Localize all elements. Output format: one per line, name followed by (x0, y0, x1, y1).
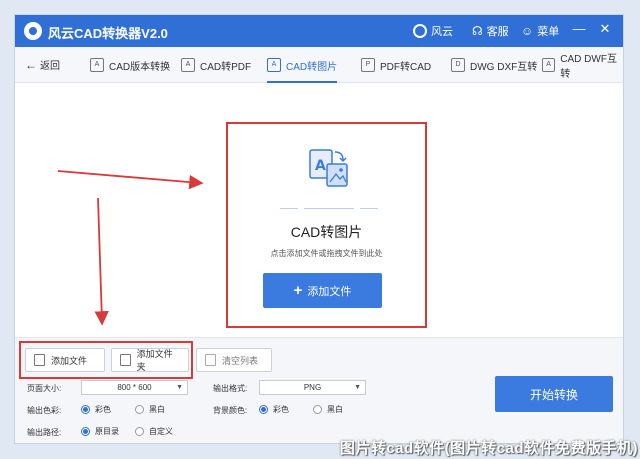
chevron-down-icon: ▼ (354, 384, 361, 391)
radio-label: 彩色 (273, 405, 289, 414)
output-format-value: PNG (303, 383, 322, 392)
minimize-button[interactable]: — (571, 21, 587, 36)
radio-label: 黑白 (149, 405, 165, 414)
cad-to-image-icon: A (309, 149, 348, 187)
bg-color-label: 背景颜色: (213, 406, 248, 415)
output-color-label: 输出色彩: (27, 406, 62, 415)
back-label: 返回 (40, 61, 60, 72)
radio-checked-icon (81, 405, 90, 414)
cad-version-icon: A (90, 58, 104, 72)
radio-unchecked-icon (135, 405, 144, 414)
radio-unchecked-icon (313, 405, 322, 414)
tab-cad-to-pdf[interactable]: A CAD转PDF (181, 47, 251, 83)
page-size-label: 页面大小: (27, 384, 62, 393)
tab-label: CAD版本转换 (109, 61, 171, 73)
add-file-label: 添加文件 (51, 355, 88, 366)
path-option-custom[interactable]: 自定义 (135, 426, 173, 437)
brand-button[interactable]: 风云 (413, 23, 453, 39)
customer-service-button[interactable]: ☊ 客服 (472, 23, 509, 39)
tab-dwg-dxf[interactable]: D DWG DXF互转 (451, 47, 537, 83)
divider (360, 208, 378, 209)
add-file-label: 添加文件 (307, 285, 352, 298)
tab-cad-version[interactable]: A CAD版本转换 (90, 47, 170, 83)
headset-icon: ☊ (472, 24, 483, 38)
output-format-label: 输出格式: (213, 384, 248, 393)
pdf-cad-icon: P (361, 58, 375, 72)
clear-list-label: 清空列表 (222, 355, 259, 366)
app-title: 风云CAD转换器V2.0 (48, 26, 168, 41)
app-logo-icon (24, 22, 42, 40)
back-button[interactable]: ← 返回 (25, 57, 60, 73)
radio-unchecked-icon (135, 427, 144, 436)
brand-logo-icon (413, 24, 427, 38)
divider (280, 208, 298, 209)
add-folder-button[interactable]: 添加文件夹 (111, 348, 189, 372)
plus-icon: + (293, 282, 303, 299)
divider (304, 208, 354, 209)
tab-label: CAD DWF互转 (560, 54, 617, 80)
file-icon (34, 354, 45, 366)
radio-checked-icon (259, 405, 268, 414)
folder-icon (120, 354, 131, 366)
tab-label: PDF转CAD (380, 61, 432, 73)
tab-label: CAD转PDF (200, 61, 252, 73)
bg-option-bw[interactable]: 黑白 (313, 404, 343, 415)
svg-text:A: A (315, 158, 326, 174)
tab-label: CAD转图片 (286, 61, 338, 73)
menu-button[interactable]: ☺ 菜单 (521, 23, 559, 39)
menu-label: 菜单 (537, 26, 560, 38)
add-file-main-button[interactable]: + 添加文件 (263, 273, 382, 308)
add-folder-label: 添加文件夹 (136, 349, 173, 372)
radio-label: 自定义 (149, 427, 173, 436)
radio-label: 原目录 (95, 427, 119, 436)
page-size-value: 800 * 600 (117, 383, 152, 392)
tab-cad-dwf[interactable]: A CAD DWF互转 (542, 47, 623, 83)
dwg-dxf-icon: D (451, 58, 465, 72)
clear-list-button[interactable]: 清空列表 (196, 348, 272, 372)
radio-label: 黑白 (327, 405, 343, 414)
cad-pdf-icon: A (181, 58, 195, 72)
menu-icon: ☺ (521, 24, 534, 38)
path-option-original[interactable]: 原目录 (81, 426, 119, 437)
brand-label: 风云 (431, 26, 453, 38)
output-format-select[interactable]: PNG ▼ (259, 380, 366, 395)
arrow-left-icon: ← (25, 57, 37, 72)
radio-checked-icon (81, 427, 90, 436)
page-size-select[interactable]: 800 * 600 ▼ (81, 380, 188, 395)
close-button[interactable]: ✕ (597, 21, 613, 37)
tab-label: DWG DXF互转 (470, 61, 538, 73)
title-bar: 风云CAD转换器V2.0 风云 ☊ 客服 ☺ 菜单 — ✕ (15, 15, 623, 47)
dropzone-subtitle: 点击添加文件或拖拽文件到此处 (270, 249, 383, 258)
chevron-down-icon: ▼ (176, 384, 183, 391)
add-file-button[interactable]: 添加文件 (25, 348, 105, 372)
output-path-label: 输出路径: (27, 428, 62, 437)
trash-icon (205, 354, 216, 366)
tab-cad-to-image[interactable]: A CAD转图片 (267, 47, 338, 83)
settings-panel: 添加文件 添加文件夹 清空列表 页面大小: 800 * 600 ▼ 输出格式: … (15, 337, 623, 443)
tab-pdf-to-cad[interactable]: P PDF转CAD (361, 47, 431, 83)
bg-option-color[interactable]: 彩色 (259, 404, 289, 415)
dropzone-title: CAD转图片 (290, 224, 363, 240)
watermark-text: 图片转cad软件(图片转cad软件免费版手机) (339, 440, 638, 457)
start-convert-button[interactable]: 开始转换 (495, 376, 613, 412)
color-option-color[interactable]: 彩色 (81, 404, 111, 415)
radio-label: 彩色 (95, 405, 111, 414)
file-drop-zone[interactable]: A CAD转图片 点击添加文件或拖拽文件到此处 + 添加文件 (226, 122, 427, 328)
color-option-bw[interactable]: 黑白 (135, 404, 165, 415)
nav-bar: ← 返回 A CAD版本转换 A CAD转PDF A CAD转图片 P PDF转… (15, 47, 623, 83)
service-label: 客服 (486, 26, 509, 38)
cad-dwf-icon: A (542, 58, 556, 72)
app-window: 风云CAD转换器V2.0 风云 ☊ 客服 ☺ 菜单 — ✕ ← 返回 A CAD… (14, 14, 624, 444)
cad-image-icon: A (267, 58, 281, 72)
